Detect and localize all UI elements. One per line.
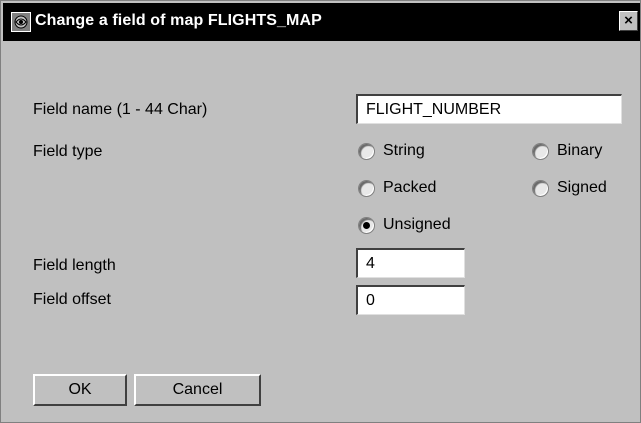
radio-unsigned[interactable]: Unsigned <box>358 214 451 236</box>
radio-button[interactable] <box>358 142 375 160</box>
field-name-input[interactable] <box>356 94 622 124</box>
radio-packed[interactable]: Packed <box>358 177 436 199</box>
field-type-label: Field type <box>33 143 103 160</box>
radio-signed-label: Signed <box>557 179 607 196</box>
radio-binary-label: Binary <box>557 142 603 159</box>
radio-packed-label: Packed <box>383 179 437 196</box>
field-length-label: Field length <box>33 257 116 274</box>
field-offset-label: Field offset <box>33 291 111 308</box>
field-name-label: Field name (1 - 44 Char) <box>33 101 208 118</box>
radio-button[interactable] <box>532 179 549 197</box>
radio-selected-dot <box>363 221 370 229</box>
ok-button[interactable]: OK <box>33 374 127 406</box>
app-icon <box>11 12 31 32</box>
dialog-window: Change a field of map FLIGHTS_MAP × Fiel… <box>0 0 641 423</box>
field-offset-input[interactable] <box>356 285 465 315</box>
cancel-button[interactable]: Cancel <box>134 374 261 406</box>
radio-unsigned-label: Unsigned <box>383 216 451 233</box>
close-button[interactable]: × <box>619 11 638 31</box>
radio-binary[interactable]: Binary <box>532 140 602 162</box>
radio-string[interactable]: String <box>358 140 425 162</box>
title-bar[interactable]: Change a field of map FLIGHTS_MAP × <box>3 3 640 41</box>
radio-button-selected[interactable] <box>358 216 375 234</box>
radio-button[interactable] <box>358 179 375 197</box>
radio-string-label: String <box>383 142 425 159</box>
radio-signed[interactable]: Signed <box>532 177 607 199</box>
radio-button[interactable] <box>532 142 549 160</box>
field-length-input[interactable] <box>356 248 465 278</box>
window-title: Change a field of map FLIGHTS_MAP <box>35 12 322 29</box>
